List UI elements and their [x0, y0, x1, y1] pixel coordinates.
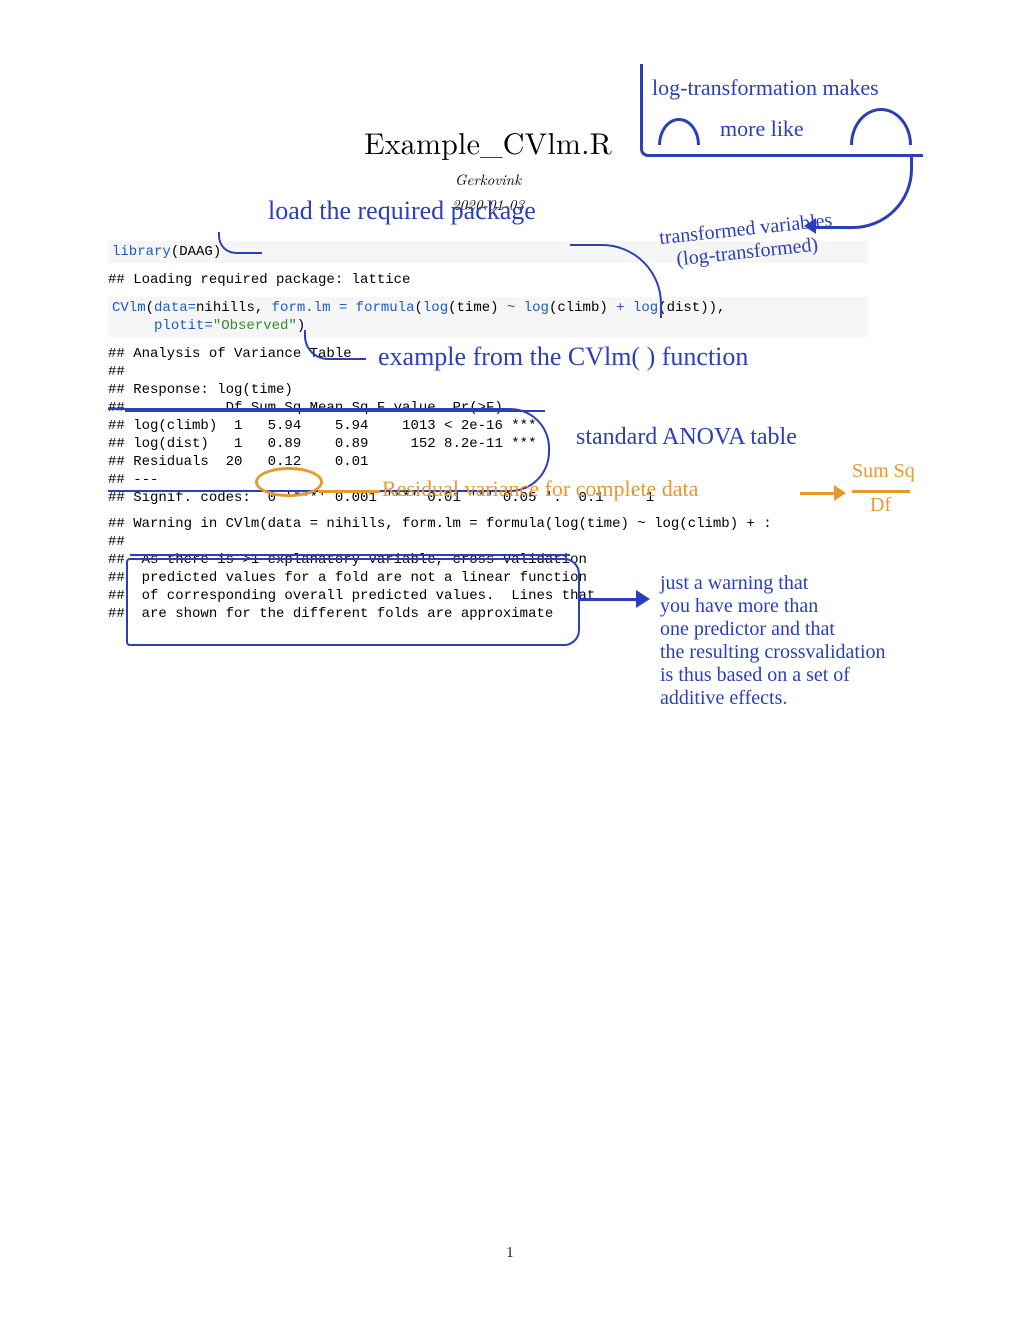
- op-tilde: ~: [507, 300, 524, 316]
- kw-formula: formula: [356, 300, 415, 316]
- annotation-more-like: more like: [720, 116, 804, 141]
- kw-log2: log: [524, 300, 549, 316]
- arrow-example: [304, 330, 366, 360]
- annotation-warning-note: just a warning that you have more than o…: [660, 572, 886, 710]
- arrow-orange-head: [834, 485, 846, 501]
- indent: [112, 318, 154, 334]
- paren-open: (: [146, 300, 154, 316]
- warn-l2: ##: [108, 534, 133, 550]
- arg-data: data=: [154, 300, 196, 316]
- page: Example_CVlm.R Gerkovink 2020-01-03 libr…: [0, 0, 1020, 1320]
- warn-l1: ## Warning in CVlm(data = nihills, form.…: [108, 516, 772, 532]
- arrow-warning-line: [580, 598, 640, 601]
- anova-response: ## Response: log(time): [108, 382, 293, 398]
- annotation-std-anova: standard ANOVA table: [576, 424, 797, 452]
- page-number: 1: [0, 1241, 1020, 1262]
- annotation-residual-variance: Residual variance for complete data: [382, 476, 698, 501]
- txt-time: (time): [448, 300, 507, 316]
- output-loading: ## Loading required package: lattice: [108, 271, 868, 289]
- anova-blank: ##: [108, 364, 133, 380]
- kw-cvlm: CVlm: [112, 300, 146, 316]
- arg-library: (DAAG): [171, 244, 221, 260]
- annotation-frac-bot: Df: [870, 494, 891, 517]
- code-cvlm: CVlm(data=nihills, form.lm = formula(log…: [108, 297, 868, 337]
- val-data: nihills,: [196, 300, 272, 316]
- connector-residual: [318, 490, 380, 493]
- annotation-load-package: load the required package: [268, 196, 536, 226]
- annotation-example-fn: example from the CVlm( ) function: [378, 342, 748, 372]
- underline-response: [125, 410, 545, 412]
- paren-open2: (: [414, 300, 422, 316]
- kw-library: library: [112, 244, 171, 260]
- annotation-frac-top: Sum Sq: [852, 460, 915, 483]
- underline-warning: [130, 554, 570, 556]
- fraction-bar: [852, 490, 910, 493]
- arrow-warning-head: [636, 590, 650, 608]
- arg-formlm: form.lm =: [272, 300, 356, 316]
- circle-residual-meansq: [255, 467, 323, 497]
- txt-dist: (dist)),: [658, 300, 725, 316]
- enclosure-warning: [126, 558, 580, 646]
- arrow-orange-line: [800, 492, 836, 495]
- doc-author: Gerkovink: [108, 169, 868, 190]
- str-observed: "Observed": [213, 318, 297, 334]
- arg-plotit: plotit=: [154, 318, 213, 334]
- annotation-log-transform: log-transformation makes: [652, 75, 879, 100]
- kw-log1: log: [423, 300, 448, 316]
